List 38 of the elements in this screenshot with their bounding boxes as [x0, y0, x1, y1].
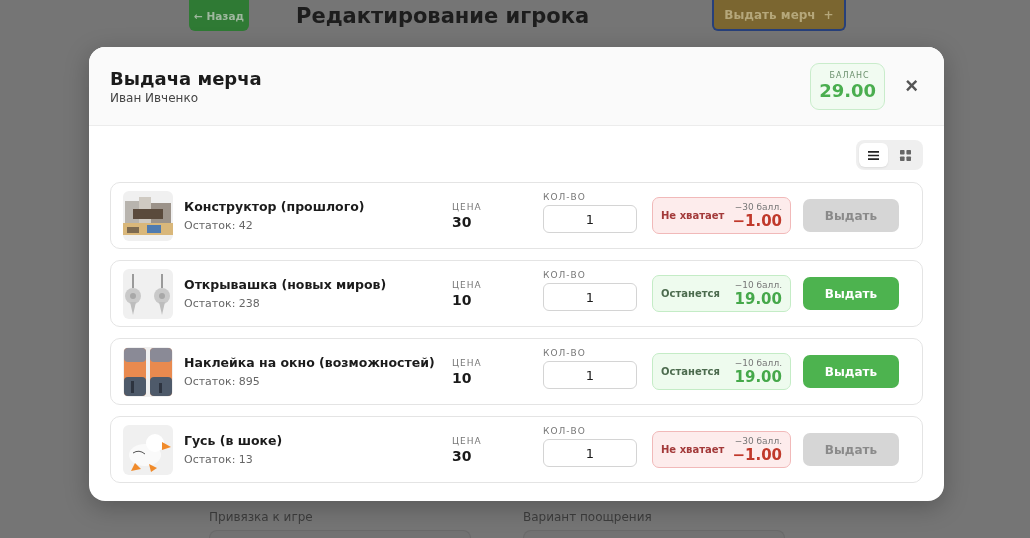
give-button[interactable]: Выдать	[803, 355, 899, 388]
shortage-badge: Не хватает −30 балл. −1.00	[652, 431, 791, 468]
price-value: 30	[452, 213, 473, 230]
price-value: 10	[452, 291, 473, 308]
remainder-badge: Останется −10 балл. 19.00	[652, 353, 791, 390]
dialog-title: Выдача мерча	[110, 67, 263, 89]
quantity-label: КОЛ-ВО	[543, 270, 587, 280]
page-title: Редактирование игрока	[296, 3, 591, 28]
quantity-field[interactable]: 1	[543, 361, 637, 389]
price-value: 10	[452, 369, 473, 386]
quantity-label: КОЛ-ВО	[543, 192, 587, 202]
shortage-badge: Не хватает −30 балл. −1.00	[652, 197, 791, 234]
item-name: Открывашка (новых миров)	[184, 277, 388, 292]
price-label: ЦЕНА	[452, 279, 483, 290]
quantity-label: КОЛ-ВО	[543, 348, 587, 358]
stock-count: Остаток: 13	[184, 453, 254, 466]
item-name: Гусь (в шоке)	[184, 433, 284, 448]
list-view-button[interactable]	[859, 143, 888, 167]
item-name: Конструктор (прошлого)	[184, 199, 366, 214]
item-name: Наклейка на окно (возможностей)	[184, 355, 436, 370]
merch-button[interactable]: Выдать мерч +	[712, 0, 846, 31]
price-label: ЦЕНА	[452, 435, 483, 446]
player-name: Иван Ивченко	[110, 90, 200, 105]
list-icon	[867, 149, 880, 161]
price-value: 30	[452, 447, 473, 464]
price-label: ЦЕНА	[452, 201, 483, 212]
remainder-badge: Останется −10 балл. 19.00	[652, 275, 791, 312]
give-button[interactable]: Выдать	[803, 277, 899, 310]
stock-count: Остаток: 42	[184, 219, 254, 232]
price-label: ЦЕНА	[452, 357, 483, 368]
stock-count: Остаток: 895	[184, 375, 261, 388]
close-button[interactable]: ×	[901, 75, 922, 97]
balance-badge: БАЛАНС 29.00	[810, 62, 886, 110]
quantity-label: КОЛ-ВО	[543, 426, 587, 436]
grid-icon	[899, 149, 912, 161]
quantity-field[interactable]: 1	[543, 283, 637, 311]
back-button[interactable]: ← Назад	[189, 0, 249, 31]
stock-count: Остаток: 238	[184, 297, 261, 310]
